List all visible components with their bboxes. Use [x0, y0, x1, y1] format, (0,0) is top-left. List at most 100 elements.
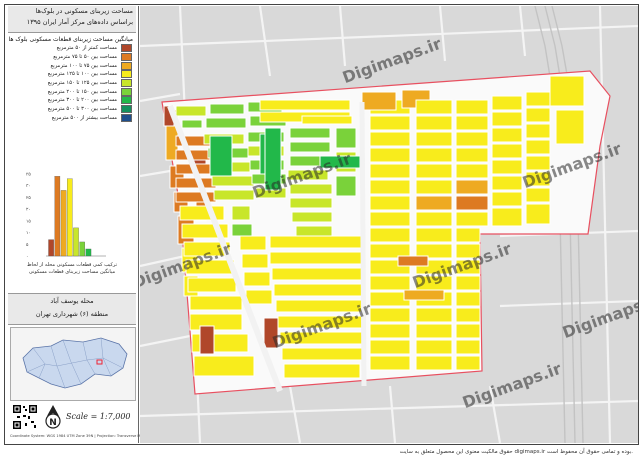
block	[243, 271, 271, 287]
block	[491, 175, 523, 191]
block	[291, 211, 333, 223]
block	[175, 191, 217, 203]
block	[369, 179, 411, 195]
legend-panel: مساحت زیربنای مسکونی در بلوک‌ها براساس د…	[6, 6, 153, 443]
block	[289, 127, 331, 139]
map-canvas[interactable]: Digimaps.ir Digimaps.ir Digimaps.ir Digi…	[140, 6, 638, 443]
title-line-1: مساحت زیربنای مسکونی در بلوک‌ها	[35, 7, 133, 15]
legend-swatch	[121, 87, 132, 96]
neighborhood-info: محله یوسف آباد منطقه (۶) شهرداری تهران	[8, 293, 136, 325]
block	[491, 159, 523, 175]
block	[415, 179, 453, 195]
block	[491, 143, 523, 159]
legend-swatch	[121, 61, 132, 70]
block	[455, 179, 489, 195]
block	[455, 163, 489, 179]
block	[403, 289, 445, 301]
block	[455, 211, 489, 227]
block	[491, 207, 523, 227]
block	[415, 339, 453, 355]
locator-map-svg	[22, 337, 128, 389]
block	[213, 189, 255, 201]
legend-item: مساحت بیشتر از ۵۰۰ مترمربع	[8, 113, 136, 123]
block	[269, 235, 363, 249]
block	[455, 147, 489, 163]
north-label: N	[49, 418, 57, 428]
legend-label: مساحت بین ۱۲۵ تا ۱۵۰ مترمربع	[47, 80, 117, 87]
block	[369, 323, 411, 339]
map-title: مساحت زیربنای مسکونی در بلوک‌ها براساس د…	[8, 6, 136, 33]
block	[289, 197, 333, 209]
chart-caption-line-2: میانگین مساحت زیربنای قطعات مسکونی	[28, 269, 116, 275]
block	[415, 355, 453, 371]
block	[179, 205, 225, 221]
main-avenue	[359, 101, 367, 387]
block	[455, 115, 489, 131]
neighborhood-name: محله یوسف آباد	[50, 297, 94, 305]
legend-swatch	[121, 70, 132, 79]
bar-<50	[48, 239, 54, 257]
block	[525, 139, 551, 155]
block	[369, 275, 411, 291]
legend-swatch	[121, 113, 132, 122]
block	[259, 99, 351, 111]
block	[199, 325, 215, 355]
title-line-2: براساس داده‌های مرکز آمار ایران ۱۳۹۵	[26, 18, 133, 26]
block	[335, 127, 357, 149]
block	[271, 267, 363, 281]
block	[415, 115, 453, 131]
bar-50-75	[54, 176, 61, 257]
block	[455, 323, 481, 339]
block	[455, 307, 481, 323]
chart-caption: ترکیب کمی قطعات مسکونی محله از لحاظ میان…	[8, 262, 136, 276]
bar-chart: ۳۵ ۳۰ ۲۵ ۲۰ ۱۵ ۱۰ ۵ ۰ ترکیب کمی قطعات مسکونی مح…	[8, 142, 136, 290]
block	[369, 307, 411, 323]
legend-item: مساحت بین ۱۰۰ تا ۱۲۵ مترمربع	[8, 70, 136, 79]
legend-item: مساحت بین ۱۲۵ تا ۱۵۰ مترمربع	[8, 79, 136, 88]
y-tick-label: ۰	[26, 255, 28, 260]
block	[491, 191, 523, 207]
block	[455, 355, 481, 371]
legend-title: میانگین مساحت زیربنای قطعات مسکونی بلوک …	[8, 36, 133, 43]
legend: میانگین مساحت زیربنای قطعات مسکونی بلوک …	[8, 35, 136, 139]
legend-label: مساحت بین ۷۵ تا ۱۰۰ مترمربع	[50, 62, 117, 69]
block	[415, 307, 453, 323]
block	[189, 313, 243, 331]
y-tick-label: ۲۵	[26, 196, 31, 201]
block	[455, 195, 489, 211]
block	[555, 109, 585, 145]
legend-swatch	[121, 105, 132, 114]
block	[211, 175, 255, 187]
legend-label: مساحت بین ۵۰ تا ۷۵ مترمربع	[53, 54, 117, 61]
y-tick-label: ۳۰	[26, 183, 31, 189]
chart-caption-line-1: ترکیب کمی قطعات مسکونی محله از لحاظ	[26, 262, 118, 268]
block	[175, 105, 207, 117]
block	[491, 111, 523, 127]
block	[415, 227, 453, 243]
legend-item: مساحت کمتر از ۵۰ مترمربع	[8, 44, 136, 53]
block	[455, 275, 481, 291]
block	[187, 277, 237, 293]
block	[283, 363, 361, 379]
bar-150-200	[79, 241, 85, 257]
legend-label: مساحت بین ۱۵۰ تا ۲۰۰ مترمربع	[47, 88, 117, 95]
legend-label: مساحت بین ۱۰۰ تا ۱۲۵ مترمربع	[47, 71, 117, 78]
block	[525, 107, 551, 123]
legend-swatch	[121, 53, 132, 62]
block	[245, 289, 273, 305]
block	[361, 91, 397, 111]
block	[455, 131, 489, 147]
legend-item: مساحت بین ۷۵ تا ۱۰۰ مترمربع	[8, 61, 136, 70]
y-tick-label: ۱۰	[26, 231, 31, 236]
block	[369, 227, 411, 243]
legend-item: مساحت بین ۳۰۰ تا ۵۰۰ مترمربع	[8, 105, 136, 114]
block	[549, 75, 585, 107]
block	[455, 291, 481, 307]
block	[455, 99, 489, 115]
block	[209, 135, 233, 177]
block	[415, 147, 453, 163]
legend-rows: مساحت کمتر از ۵۰ مترمربع مساحت بین ۵۰ تا …	[8, 44, 136, 122]
legend-label: مساحت بین ۳۰۰ تا ۵۰۰ مترمربع	[47, 106, 117, 113]
block	[415, 195, 453, 211]
locator-map	[10, 327, 136, 401]
